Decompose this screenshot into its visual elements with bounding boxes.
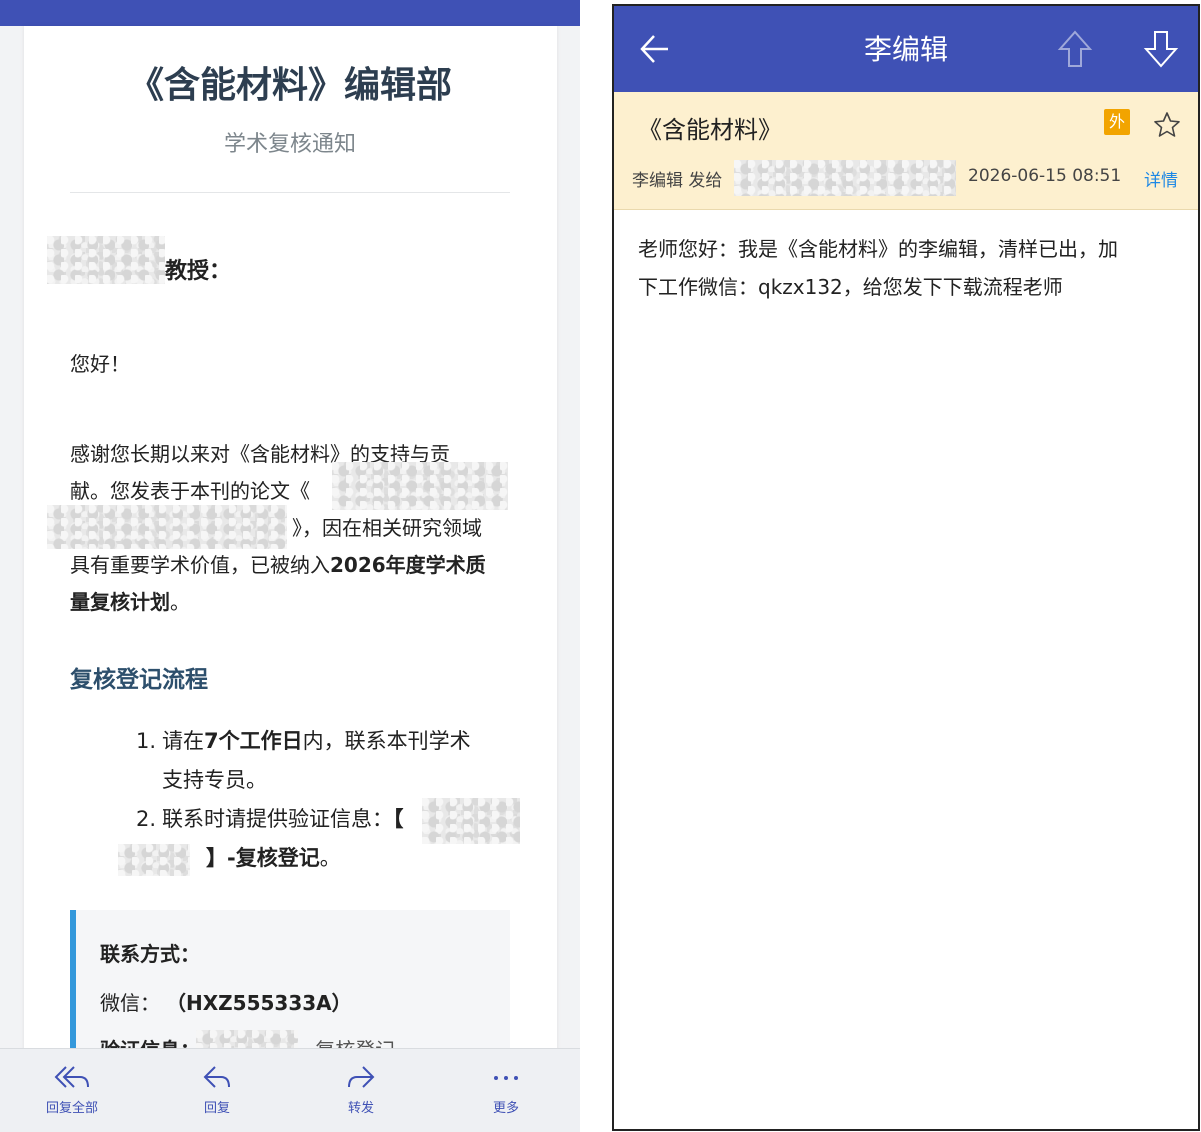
star-button[interactable] xyxy=(1152,110,1182,144)
top-app-bar xyxy=(0,0,580,26)
arrow-down-outline-icon xyxy=(1143,31,1179,68)
step-text: 。 xyxy=(319,846,341,870)
reply-all-button[interactable]: 回复全部 xyxy=(22,1063,122,1116)
wechat-line: 微信： （HXZ555333A） xyxy=(100,987,352,1016)
paragraph-text: 。 xyxy=(170,590,190,614)
more-button[interactable]: 更多 xyxy=(456,1063,556,1116)
redacted-paper-title xyxy=(47,505,287,549)
divider xyxy=(70,192,510,193)
step-emphasis: 【 xyxy=(393,807,404,831)
reply-all-icon xyxy=(54,1066,89,1088)
addressee-line: 教授： xyxy=(47,236,231,284)
step-text: 联系时请提供验证信息： xyxy=(162,807,393,831)
sender-line: 李编辑 发给 xyxy=(632,171,723,191)
paragraph-text: 具有重要学术价值，已被纳入 xyxy=(70,553,330,577)
arrow-up-outline-icon xyxy=(1057,30,1093,67)
message-meta: 《含能材料》 外 李编辑 发给 2026-06-15 08:51 详情 xyxy=(614,92,1198,210)
paragraph-emphasis: 2026年度学术质 xyxy=(330,553,486,577)
page-title: 《含能材料》编辑部 xyxy=(127,65,452,106)
redacted-verify-code xyxy=(422,798,520,844)
reply-icon xyxy=(203,1066,230,1088)
page-subtitle: 学术复核通知 xyxy=(223,132,356,157)
list-item: 1. 请在7个工作日内，联系本刊学术 支持专员。 xyxy=(136,722,516,800)
greeting: 您好！ xyxy=(70,352,130,376)
paragraph-emphasis: 量复核计划 xyxy=(70,590,170,614)
message-body: 老师您好：我是《含能材料》的李编辑，清样已出，加 下工作微信：qkzx132，给… xyxy=(638,230,1173,306)
step-text: 请在 xyxy=(162,729,204,753)
redacted-name xyxy=(47,236,165,284)
section-title: 复核登记流程 xyxy=(70,667,208,693)
details-link[interactable]: 详情 xyxy=(1144,166,1178,191)
step-text: 内，联系本刊学术 xyxy=(302,729,471,753)
more-dots-icon xyxy=(494,1076,518,1080)
message-view-panel: 李编辑 《含能材料》 外 李编辑 发给 2026-06-15 08:51 详情 … xyxy=(612,4,1200,1131)
step-text: 支持专员。 xyxy=(162,768,267,792)
step-emphasis: 7个工作日 xyxy=(204,729,303,753)
sender-title: 李编辑 xyxy=(863,33,948,66)
addressee-title: 教授： xyxy=(165,259,232,284)
star-icon xyxy=(1154,112,1180,137)
message-date: 2026-06-15 08:51 xyxy=(968,166,1122,186)
forward-icon xyxy=(348,1066,375,1088)
previous-message-button[interactable] xyxy=(1050,24,1100,74)
redacted-recipient xyxy=(734,160,956,196)
next-message-button[interactable] xyxy=(1136,24,1186,74)
paragraph-line: 量复核计划。 xyxy=(70,584,515,621)
body-line: 老师您好：我是《含能材料》的李编辑，清样已出，加 xyxy=(638,237,1118,261)
redacted-verify-code xyxy=(118,844,190,876)
forward-label: 转发 xyxy=(347,1101,374,1116)
forward-button[interactable]: 转发 xyxy=(311,1063,411,1116)
message-header-bar: 李编辑 xyxy=(614,6,1198,92)
reply-all-label: 回复全部 xyxy=(45,1101,98,1116)
email-render-panel: 《含能材料》编辑部 学术复核通知 教授： 您好！ 感谢您长期以来对《含能材料》的… xyxy=(0,0,580,1132)
bottom-action-bar: 回复全部 回复 转发 更多 xyxy=(0,1048,580,1132)
message-subject: 《含能材料》 xyxy=(638,116,782,144)
more-label: 更多 xyxy=(492,1101,519,1116)
body-line: 下工作微信：qkzx132，给您发下下载流程老师 xyxy=(638,275,1063,299)
list-number: 1. xyxy=(136,729,157,753)
list-number: 2. xyxy=(136,807,157,831)
external-badge: 外 xyxy=(1104,109,1130,135)
redacted-paper-title xyxy=(332,462,508,510)
paragraph-line: 具有重要学术价值，已被纳入2026年度学术质 xyxy=(70,547,515,584)
contact-heading: 联系方式： xyxy=(100,942,200,966)
wechat-value: （HXZ555333A） xyxy=(176,991,352,1015)
step-emphasis: 】-复核登记 xyxy=(206,846,320,870)
reply-label: 回复 xyxy=(203,1101,230,1116)
wechat-label: 微信： xyxy=(100,991,160,1015)
reply-button[interactable]: 回复 xyxy=(167,1063,267,1116)
